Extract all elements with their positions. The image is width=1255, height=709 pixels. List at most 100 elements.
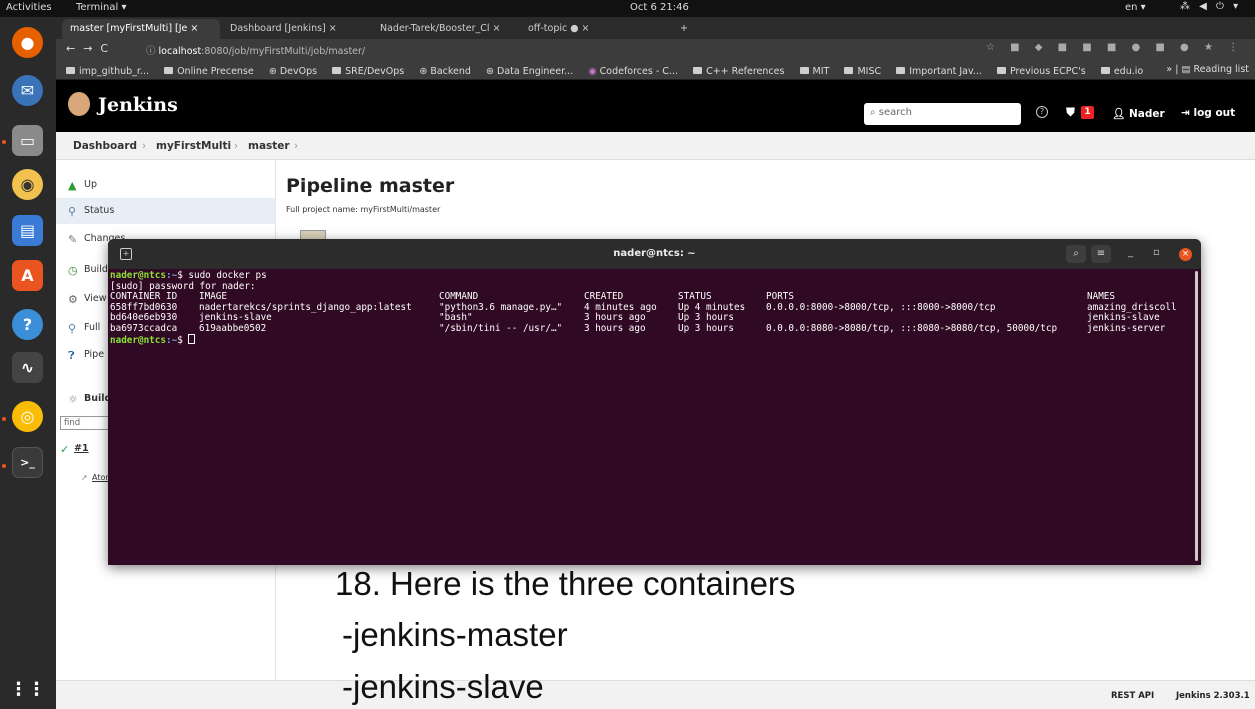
activities-button[interactable]: Activities bbox=[6, 2, 52, 13]
breadcrumb-master[interactable]: master bbox=[248, 140, 290, 152]
top-bar: Activities Terminal ▾ Oct 6 21:46 en ▾ ⁂… bbox=[0, 0, 1255, 17]
browser-tab-bar: master [myFirstMulti] [Je × Dashboard [J… bbox=[56, 17, 1255, 39]
folder-icon bbox=[66, 67, 75, 74]
user-link[interactable]: 👤︎ Nader bbox=[1112, 107, 1165, 120]
jenkins-version-link[interactable]: Jenkins 2.303.1 bbox=[1176, 691, 1250, 701]
software-icon[interactable]: A bbox=[12, 260, 43, 291]
clock-icon: ◷ bbox=[68, 264, 78, 277]
current-prompt-line: nader@ntcs:~$ bbox=[110, 334, 196, 347]
breadcrumb: Dashboard › myFirstMulti › master › bbox=[56, 132, 1255, 160]
clock[interactable]: Oct 6 21:46 bbox=[630, 2, 689, 13]
bookmark-item[interactable]: MIT bbox=[799, 66, 829, 77]
bookmark-item[interactable]: ⊛ Data Engineer... bbox=[486, 66, 573, 77]
terminal-scrollbar[interactable] bbox=[1195, 271, 1198, 561]
maximize-icon[interactable]: ▫ bbox=[1153, 247, 1160, 258]
rss-icon: ➚ bbox=[81, 473, 88, 482]
url-field[interactable]: ⓘ localhost:8080/job/myFirstMulti/job/ma… bbox=[146, 43, 365, 57]
terminal-app-menu[interactable]: Terminal ▾ bbox=[76, 2, 126, 13]
jenkins-title[interactable]: Jenkins bbox=[98, 94, 178, 116]
help-icon[interactable]: ? bbox=[1036, 106, 1048, 118]
tab-booster[interactable]: Nader-Tarek/Booster_Cl × bbox=[372, 19, 518, 39]
bookmark-item[interactable]: Important Jav... bbox=[896, 66, 982, 77]
notification-badge[interactable]: 1 bbox=[1081, 106, 1094, 119]
tab-off-topic[interactable]: off-topic ● × bbox=[520, 19, 670, 39]
rest-api-link[interactable]: REST API bbox=[1111, 691, 1154, 701]
shield-icon[interactable]: ⛊ bbox=[1066, 105, 1075, 120]
reading-list-button[interactable]: » | ▤ Reading list bbox=[1166, 64, 1249, 75]
table-cell: ba6973ccadca bbox=[110, 322, 178, 334]
new-tab-button[interactable]: + bbox=[672, 19, 696, 39]
header-names: NAMES bbox=[1087, 291, 1115, 302]
annotation-line-1: 18. Here is the three containers bbox=[335, 565, 796, 602]
jenkins-logo-icon[interactable] bbox=[68, 92, 90, 116]
codeforces-icon: ◉ bbox=[588, 66, 600, 77]
bookmarks-bar: imp_github_r... Online Precense ⊛ DevOps… bbox=[56, 59, 1255, 80]
terminal-output[interactable]: nader@ntcs:~$ sudo docker ps [sudo] pass… bbox=[110, 270, 1190, 565]
bookmark-item[interactable]: edu.io bbox=[1100, 66, 1143, 77]
search-input[interactable]: ⌕ search bbox=[864, 103, 1021, 125]
table-cell: jenkins-slave bbox=[199, 312, 272, 323]
logout-link[interactable]: ⇥ log out bbox=[1181, 107, 1235, 119]
dock: ● ✉ ▭ ◉ ▤ A ? ∿ ◎ >_ ⋮⋮ bbox=[0, 17, 56, 709]
active-app-dot bbox=[2, 140, 6, 144]
bookmark-item[interactable]: imp_github_r... bbox=[66, 66, 149, 77]
terminal-icon[interactable]: >_ bbox=[12, 447, 43, 478]
table-cell: bd640e6eb930 bbox=[110, 312, 178, 323]
table-cell: jenkins-slave bbox=[1087, 312, 1160, 323]
thunderbird-icon[interactable]: ✉ bbox=[12, 75, 43, 106]
bookmark-item[interactable]: Previous ECPC's bbox=[997, 66, 1086, 77]
chrome-icon[interactable]: ◎ bbox=[12, 401, 43, 432]
prompt-path: :~ bbox=[165, 270, 178, 281]
search-icon[interactable]: ⌕ bbox=[1066, 245, 1086, 263]
folder-icon bbox=[332, 67, 342, 74]
bookmark-item[interactable]: ◉ Codeforces - C... bbox=[588, 66, 678, 77]
breadcrumb-separator-icon: › bbox=[294, 140, 299, 152]
bookmark-item[interactable]: C++ References bbox=[693, 66, 784, 77]
bookmark-item[interactable]: ⊛ Backend bbox=[419, 66, 471, 77]
folder-icon bbox=[164, 67, 174, 74]
language-indicator[interactable]: en ▾ bbox=[1125, 2, 1146, 13]
close-icon[interactable]: × bbox=[1179, 248, 1192, 261]
system-monitor-icon[interactable]: ∿ bbox=[12, 352, 43, 383]
firefox-icon[interactable]: ● bbox=[12, 27, 43, 58]
help-icon[interactable]: ? bbox=[12, 309, 43, 340]
bookmark-item[interactable]: MISC bbox=[844, 66, 881, 77]
globe-icon: ⊛ bbox=[419, 66, 431, 77]
nav-buttons-icon[interactable]: ←→C bbox=[66, 42, 116, 55]
terminal-window[interactable]: + nader@ntcs: ~ ⌕ ≡ _ ▫ × nader@ntcs:~$ … bbox=[108, 239, 1201, 565]
annotation-line-2: -jenkins-master bbox=[342, 616, 568, 653]
url-path: :8080/job/myFirstMulti/job/master/ bbox=[201, 46, 366, 57]
prompt-symbol: $ bbox=[177, 335, 189, 346]
files-icon[interactable]: ▭ bbox=[12, 125, 43, 156]
breadcrumb-myfirstmulti[interactable]: myFirstMulti bbox=[156, 140, 231, 152]
breadcrumb-dashboard[interactable]: Dashboard bbox=[73, 140, 137, 152]
table-cell: 619aabbe0502 bbox=[199, 322, 267, 334]
table-cell: 0.0.0.0:8000->8000/tcp, :::8000->8000/tc… bbox=[766, 301, 996, 313]
desktop: Activities Terminal ▾ Oct 6 21:46 en ▾ ⁂… bbox=[0, 0, 1255, 709]
tab-dashboard[interactable]: Dashboard [Jenkins] × bbox=[222, 19, 370, 39]
app-grid-icon[interactable]: ⋮⋮ bbox=[10, 674, 46, 705]
system-menu[interactable]: ⁂ ◀ ⏻ ▾ bbox=[1180, 1, 1241, 12]
sidebar-item-up[interactable]: ▲ Up bbox=[56, 172, 275, 198]
header-ports: PORTS bbox=[766, 291, 794, 302]
header-status: STATUS bbox=[678, 291, 712, 302]
rhythmbox-icon[interactable]: ◉ bbox=[12, 169, 43, 200]
folder-icon bbox=[799, 67, 809, 74]
bookmark-item[interactable]: ⊛ DevOps bbox=[269, 66, 317, 77]
minimize-icon[interactable]: _ bbox=[1128, 247, 1133, 258]
header-command: COMMAND bbox=[439, 291, 479, 302]
gear-icon: ⚙ bbox=[68, 293, 78, 306]
annotation-line-3: -jenkins-slave bbox=[342, 668, 544, 705]
bookmark-item[interactable]: Online Precense bbox=[164, 66, 254, 77]
sidebar-item-status[interactable]: ⚲ Status bbox=[56, 198, 275, 224]
menu-icon[interactable]: ≡ bbox=[1091, 245, 1111, 263]
sun-icon: ☼ bbox=[68, 393, 78, 406]
terminal-titlebar[interactable]: + nader@ntcs: ~ ⌕ ≡ _ ▫ × bbox=[108, 239, 1201, 269]
tab-master[interactable]: master [myFirstMulti] [Je × bbox=[62, 19, 220, 39]
help-icon: ❓︎ bbox=[68, 349, 75, 362]
user-icon: 👤︎ bbox=[1112, 108, 1129, 120]
folder-icon bbox=[896, 67, 906, 74]
extensions-icons[interactable]: ☆ ■ ◆ ■ ■ ■ ● ■ ● ★ ⋮ bbox=[986, 42, 1244, 53]
writer-icon[interactable]: ▤ bbox=[12, 215, 43, 246]
bookmark-item[interactable]: SRE/DevOps bbox=[332, 66, 404, 77]
